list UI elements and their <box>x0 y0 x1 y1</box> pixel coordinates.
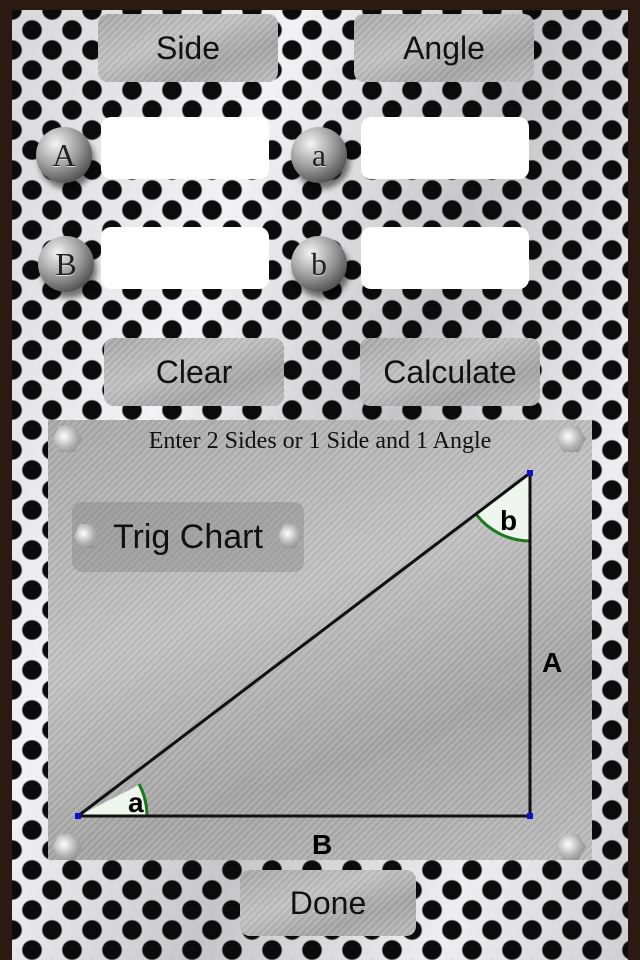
angle-b-label: b <box>500 505 517 536</box>
clear-button[interactable]: Clear <box>104 338 284 406</box>
side-button[interactable]: Side <box>98 14 278 82</box>
vertex <box>75 813 81 819</box>
side-B-input[interactable] <box>101 227 269 289</box>
side-A-label: A <box>542 647 562 678</box>
triangle-panel: Enter 2 Sides or 1 Side and 1 Angle Trig… <box>48 420 592 860</box>
vertex <box>527 813 533 819</box>
hypotenuse <box>77 471 531 818</box>
angle-a-label: a <box>128 787 144 818</box>
angle-b-input[interactable] <box>361 227 529 289</box>
side-A-input[interactable] <box>101 117 269 179</box>
done-button[interactable]: Done <box>240 870 416 936</box>
side-B-label: B <box>312 829 332 860</box>
angle-button[interactable]: Angle <box>354 14 534 82</box>
side-B-knob: B <box>38 236 94 292</box>
angle-b-knob: b <box>291 236 347 292</box>
vertex <box>527 470 533 476</box>
angle-a-input[interactable] <box>361 117 529 179</box>
side-A-knob: A <box>36 127 92 183</box>
triangle-diagram: a b A B <box>75 470 562 860</box>
calculate-button[interactable]: Calculate <box>360 338 540 406</box>
angle-a-knob: a <box>291 127 347 183</box>
